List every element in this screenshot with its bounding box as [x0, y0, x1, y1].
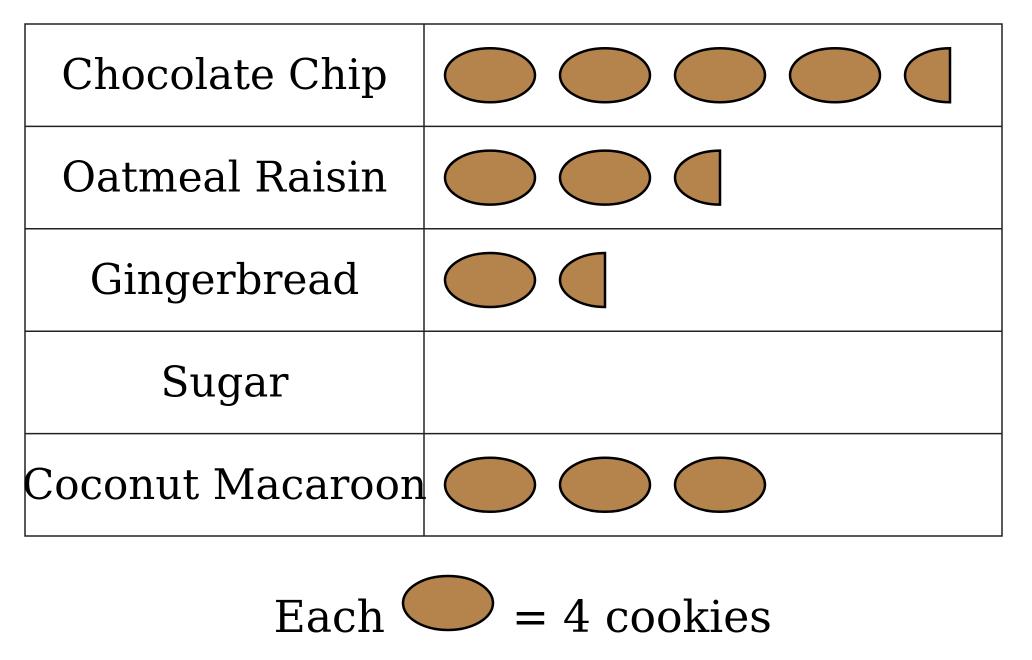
cookie-icon [788, 46, 882, 104]
cookie-icon [558, 456, 652, 514]
row-label: Coconut Macaroon [22, 460, 427, 509]
cookie-icon [558, 46, 652, 104]
half-cookie-icon [558, 251, 607, 309]
cookie-icon [443, 149, 537, 206]
cookie-icon [443, 46, 537, 104]
cookie-icon [443, 456, 537, 514]
pictograph-chart: Chocolate Chip Oatmeal Raisin Gingerbread S… [22, 23, 1003, 643]
row-label: Oatmeal Raisin [62, 153, 388, 202]
cookie-icon [673, 46, 767, 104]
row-icons [443, 46, 952, 514]
key-cookie-icon [401, 574, 495, 632]
row-labels: Chocolate Chip Oatmeal Raisin Gingerbread S… [22, 50, 427, 509]
key-prefix: Each [274, 592, 385, 643]
cookie-icon [558, 149, 652, 206]
row-label: Chocolate Chip [61, 50, 387, 99]
row-label: Gingerbread [90, 255, 360, 304]
key-suffix: = 4 cookies [512, 592, 772, 643]
half-cookie-icon [903, 46, 952, 104]
row-label: Sugar [161, 357, 290, 406]
cookie-icon [443, 251, 537, 309]
cookie-icon [673, 456, 767, 514]
chart-key: Each = 4 cookies [274, 574, 772, 643]
half-cookie-icon [673, 149, 722, 206]
